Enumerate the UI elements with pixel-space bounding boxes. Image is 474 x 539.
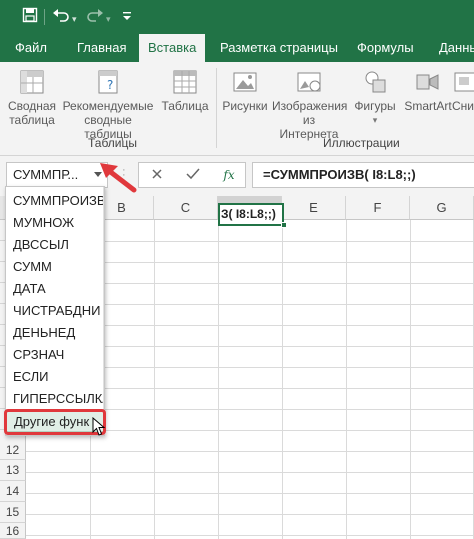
cancel-icon[interactable]: [145, 165, 169, 185]
dropdown-item-networkdays[interactable]: ЧИСТРАБДНИ: [6, 300, 104, 322]
dropdown-item-mmult[interactable]: МУМНОЖ: [6, 212, 104, 234]
dropdown-item-sumproduct[interactable]: СУММПРОИЗВ: [6, 190, 104, 212]
screenshot-icon: [454, 72, 474, 92]
tab-page-layout[interactable]: Разметка страницы: [211, 34, 347, 62]
title-bar: ▾ ▾: [0, 0, 474, 34]
recommended-pivot-label: Рекомендуемые сводные таблицы: [62, 99, 154, 141]
row-header-13[interactable]: 13: [0, 460, 26, 481]
tab-file[interactable]: Файл: [6, 34, 56, 62]
save-icon[interactable]: [22, 7, 38, 28]
name-box-value: СУММПР...: [13, 167, 79, 182]
online-pictures-button[interactable]: Изображения из Интернета: [272, 68, 348, 141]
function-dropdown: СУММПРОИЗВ МУМНОЖ ДВССЫЛ СУММ ДАТА ЧИСТР…: [5, 186, 105, 436]
row-header-16[interactable]: 16: [0, 523, 26, 539]
group-illustrations-label: Иллюстрации: [323, 136, 400, 150]
name-box[interactable]: СУММПР...: [6, 162, 108, 188]
pivot-table-icon: [20, 70, 44, 94]
fill-handle[interactable]: [281, 222, 287, 228]
pivot-table-label: Сводная таблица: [7, 99, 57, 127]
tab-formulas[interactable]: Формулы: [348, 34, 423, 62]
dropdown-scrollbar[interactable]: [103, 187, 104, 435]
tab-home[interactable]: Главная: [68, 34, 135, 62]
smartart-button[interactable]: SmartArt: [402, 68, 454, 113]
undo-icon[interactable]: [52, 7, 70, 28]
dropdown-item-if[interactable]: ЕСЛИ: [6, 366, 104, 388]
group-tables-label: Таблицы: [88, 136, 138, 150]
formula-buttons: fx: [138, 162, 246, 188]
recommended-pivot-button[interactable]: ? Рекомендуемые сводные таблицы: [60, 68, 156, 141]
redo-dropdown-icon[interactable]: ▾: [106, 10, 111, 28]
active-cell[interactable]: З( I8:L8;;): [218, 203, 284, 226]
checkmark-icon[interactable]: [181, 165, 205, 185]
table-label: Таблица: [161, 99, 209, 113]
online-pictures-label: Изображения из Интернета: [272, 99, 348, 141]
pictures-label: Рисунки: [222, 99, 268, 113]
table-button[interactable]: Таблица: [160, 68, 210, 113]
undo-dropdown-icon[interactable]: ▾: [72, 10, 77, 28]
customize-qat-icon[interactable]: [122, 8, 132, 27]
pictures-icon: [233, 72, 257, 92]
insert-function-button[interactable]: fx: [217, 165, 241, 185]
dropdown-item-average[interactable]: СРЗНАЧ: [6, 344, 104, 366]
dropdown-item-indirect[interactable]: ДВССЫЛ: [6, 234, 104, 256]
screenshot-button[interactable]: Сни: [452, 68, 474, 113]
recommended-pivot-icon: ?: [98, 70, 118, 94]
pointer-arrow-icon: [100, 163, 137, 193]
online-pictures-icon: [297, 72, 321, 92]
pivot-table-button[interactable]: Сводная таблица: [6, 68, 58, 127]
dropdown-item-hyperlink[interactable]: ГИПЕРССЫЛКА: [6, 388, 104, 410]
shapes-dropdown-icon: ▾: [372, 115, 378, 125]
dropdown-item-date[interactable]: ДАТА: [6, 278, 104, 300]
formula-input[interactable]: =СУММПРОИЗВ( I8:L8;;): [252, 162, 474, 188]
row-header-12[interactable]: 12: [0, 441, 26, 460]
pictures-button[interactable]: Рисунки: [220, 68, 270, 113]
shapes-icon: [365, 71, 386, 93]
ribbon-tabs: Файл Главная Вставка Разметка страницы Ф…: [0, 34, 474, 62]
dropdown-item-weekday[interactable]: ДЕНЬНЕД: [6, 322, 104, 344]
tab-insert[interactable]: Вставка: [139, 34, 206, 62]
smartart-label: SmartArt: [404, 99, 452, 113]
tab-data[interactable]: Данны: [430, 34, 474, 62]
svg-text:?: ?: [107, 78, 113, 92]
highlight-box: [4, 409, 106, 435]
column-header-f[interactable]: F: [346, 196, 410, 220]
redo-icon[interactable]: [86, 7, 104, 28]
column-header-c[interactable]: C: [154, 196, 218, 220]
column-header-e[interactable]: E: [282, 196, 346, 220]
ribbon-insert: Сводная таблица ? Рекомендуемые сводные …: [0, 62, 474, 156]
smartart-icon: [416, 74, 439, 90]
row-header-15[interactable]: 15: [0, 502, 26, 523]
dropdown-item-sum[interactable]: СУММ: [6, 256, 104, 278]
table-icon: [173, 70, 197, 94]
screenshot-label: Сни: [452, 99, 474, 113]
mouse-cursor-icon: [92, 417, 106, 436]
row-header-14[interactable]: 14: [0, 481, 26, 502]
shapes-button[interactable]: Фигуры ▾: [350, 68, 400, 127]
shapes-label: Фигуры: [354, 99, 396, 113]
column-header-g[interactable]: G: [410, 196, 474, 220]
